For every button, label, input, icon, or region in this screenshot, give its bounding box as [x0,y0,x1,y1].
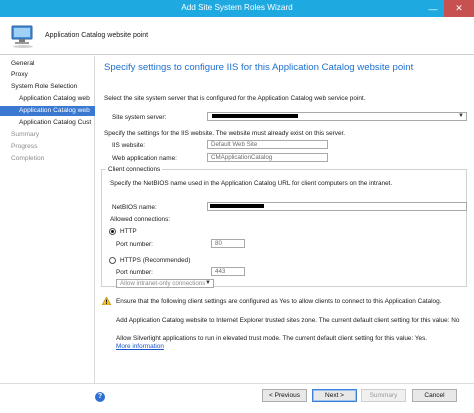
step-proxy[interactable]: Proxy [0,70,95,80]
wizard-page: Specify settings to configure IIS for th… [96,56,474,383]
http-radio[interactable] [109,228,116,235]
wizard-step-list: General Proxy System Role Selection Appl… [0,56,95,383]
web-app-name-label: Web application name: [112,155,177,162]
minimize-button[interactable]: — [422,0,444,17]
window-title: Add Site System Roles Wizard [181,3,293,12]
web-app-name-input[interactable]: CMApplicationCatalog [207,153,328,162]
title-bar: Add Site System Roles Wizard — ✕ [0,0,474,17]
window-controls: — ✕ [422,0,474,17]
cancel-button[interactable]: Cancel [412,389,457,402]
wizard-header: Application Catalog website point [0,17,474,55]
step-completion: Completion [11,155,45,162]
step-progress: Progress [11,143,38,150]
https-label: HTTPS (Recommended) [120,257,191,264]
silverlight-note: Allow Silverlight applications to run in… [116,335,428,342]
site-system-server-label: Site system server: [112,114,167,121]
more-information-link[interactable]: More information [116,343,164,350]
warning-text: Ensure that the following client setting… [116,298,442,305]
step-general[interactable]: General [0,59,95,69]
previous-button[interactable]: < Previous [262,389,307,402]
https-connections-dropdown[interactable]: Allow intranet-only connections ▼ [116,279,214,288]
http-label: HTTP [120,228,137,235]
server-computer-icon [11,25,33,48]
step-summary: Summary [11,131,40,138]
allowed-connections-label: Allowed connections: [110,216,171,223]
chevron-down-icon: ▼ [458,113,464,119]
http-port-label: Port number: [116,241,153,248]
select-server-text: Select the site system server that is co… [104,95,366,102]
client-connections-label: Client connections [106,166,163,173]
https-port-label: Port number: [116,269,153,276]
https-port-input[interactable]: 443 [211,267,245,276]
iis-intro-text: Specify the settings for the IIS website… [104,130,346,137]
warning-icon [102,297,111,305]
redacted-server-name [212,114,298,118]
step-app-catalog-website[interactable]: Application Catalog web [0,106,95,116]
http-port-input[interactable]: 80 [211,239,245,248]
netbios-intro-text: Specify the NetBIOS name used in the App… [110,180,393,187]
help-icon[interactable]: ? [95,392,105,402]
next-button[interactable]: Next > [312,389,357,402]
step-app-catalog-web-service[interactable]: Application Catalog web [0,94,95,104]
summary-button: Summary [361,389,406,402]
https-connections-value: Allow intranet-only connections [120,280,206,287]
chevron-down-icon: ▼ [205,280,211,286]
netbios-label: NetBIOS name: [112,204,157,211]
page-title: Specify settings to configure IIS for th… [104,62,414,73]
step-app-catalog-customization[interactable]: Application Catalog Cust [0,118,95,128]
https-radio[interactable] [109,257,116,264]
iis-website-input[interactable]: Default Web Site [207,140,328,149]
step-system-role-selection[interactable]: System Role Selection [0,82,95,92]
iis-website-label: IIS website: [112,142,146,149]
redacted-netbios-name [210,204,264,208]
header-title: Application Catalog website point [45,32,149,39]
ie-trusted-sites-note: Add Application Catalog website to Inter… [116,317,460,324]
wizard-footer: ? < Previous Next > Summary Cancel [0,383,474,413]
close-button[interactable]: ✕ [444,0,474,17]
